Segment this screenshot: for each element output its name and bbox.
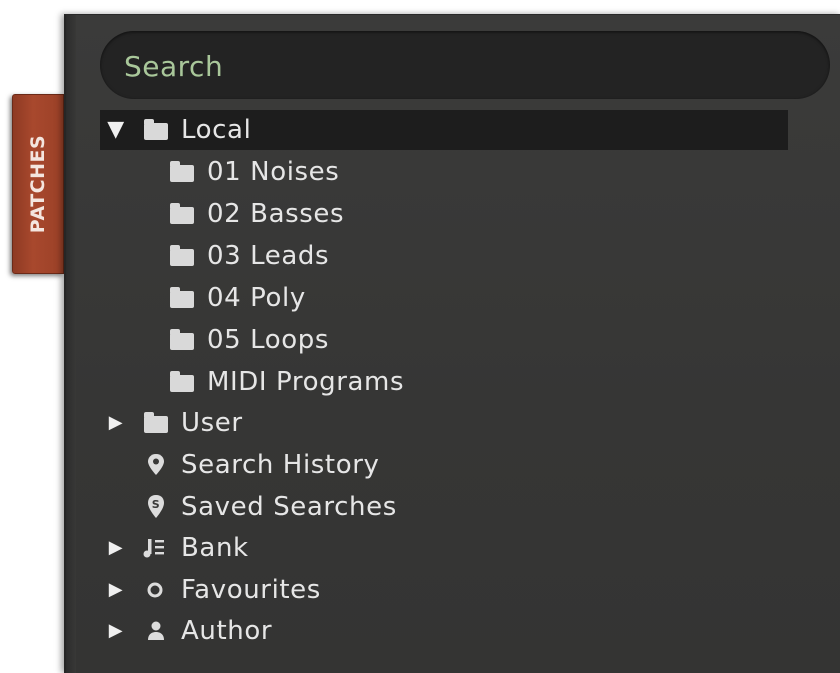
circle-icon: [144, 570, 170, 610]
tree-item-label: Author: [181, 616, 273, 646]
tree-item-bank[interactable]: ▶ Bank: [100, 528, 788, 568]
svg-text:S: S: [152, 498, 161, 511]
bank-icon: [142, 528, 168, 568]
map-pin-icon: [144, 445, 170, 485]
tree-item-label: 01 Noises: [207, 157, 340, 187]
tree-item-label: Bank: [181, 533, 249, 563]
folder-icon: [142, 110, 168, 150]
tree-item-favourites[interactable]: ▶ Favourites: [100, 570, 788, 610]
tree-item-label: 03 Leads: [207, 241, 330, 271]
tree-item-local[interactable]: ▼ Local: [100, 110, 788, 150]
tree-item-04-poly[interactable]: 04 Poly: [100, 278, 788, 318]
tree-item-label: Favourites: [181, 575, 321, 605]
tree-item-02-basses[interactable]: 02 Basses: [100, 194, 788, 234]
tree-item-label: 05 Loops: [207, 325, 330, 355]
panel-edge: [66, 15, 76, 673]
tree-item-midi-programs[interactable]: MIDI Programs: [100, 362, 788, 402]
tree-item-search-history[interactable]: Search History: [100, 445, 788, 485]
folder-icon: [168, 152, 194, 192]
saved-search-badge-icon: S: [144, 487, 170, 527]
person-icon: [144, 611, 170, 651]
search-input[interactable]: [122, 31, 806, 101]
folder-icon: [168, 278, 194, 318]
tree-item-label: 02 Basses: [207, 199, 345, 229]
expand-right-icon[interactable]: ▶: [106, 611, 126, 651]
patches-tab[interactable]: PATCHES: [12, 94, 64, 274]
folder-icon: [142, 403, 168, 443]
tree-item-label: Local: [181, 115, 252, 145]
tree-item-label: User: [181, 408, 243, 438]
tree-item-author[interactable]: ▶ Author: [100, 611, 788, 651]
expand-right-icon[interactable]: ▶: [106, 570, 126, 610]
tree-item-label: Search History: [181, 450, 380, 480]
folder-icon: [168, 362, 194, 402]
tree-item-05-loops[interactable]: 05 Loops: [100, 320, 788, 360]
expand-down-icon[interactable]: ▼: [106, 110, 126, 150]
folder-icon: [168, 320, 194, 360]
tree-item-user[interactable]: ▶ User: [100, 403, 788, 443]
expand-right-icon[interactable]: ▶: [106, 403, 126, 443]
tree-item-label: MIDI Programs: [207, 367, 405, 397]
expand-right-icon[interactable]: ▶: [106, 528, 126, 568]
folder-icon: [168, 194, 194, 234]
search-box[interactable]: [100, 31, 830, 101]
tree-item-01-noises[interactable]: 01 Noises: [100, 152, 788, 192]
tree-item-saved-searches[interactable]: S Saved Searches: [100, 487, 788, 527]
tree-item-03-leads[interactable]: 03 Leads: [100, 236, 788, 276]
tree-item-label: Saved Searches: [181, 492, 397, 522]
tree-item-label: 04 Poly: [207, 283, 306, 313]
folder-icon: [168, 236, 194, 276]
patches-tab-label: PATCHES: [27, 134, 49, 234]
